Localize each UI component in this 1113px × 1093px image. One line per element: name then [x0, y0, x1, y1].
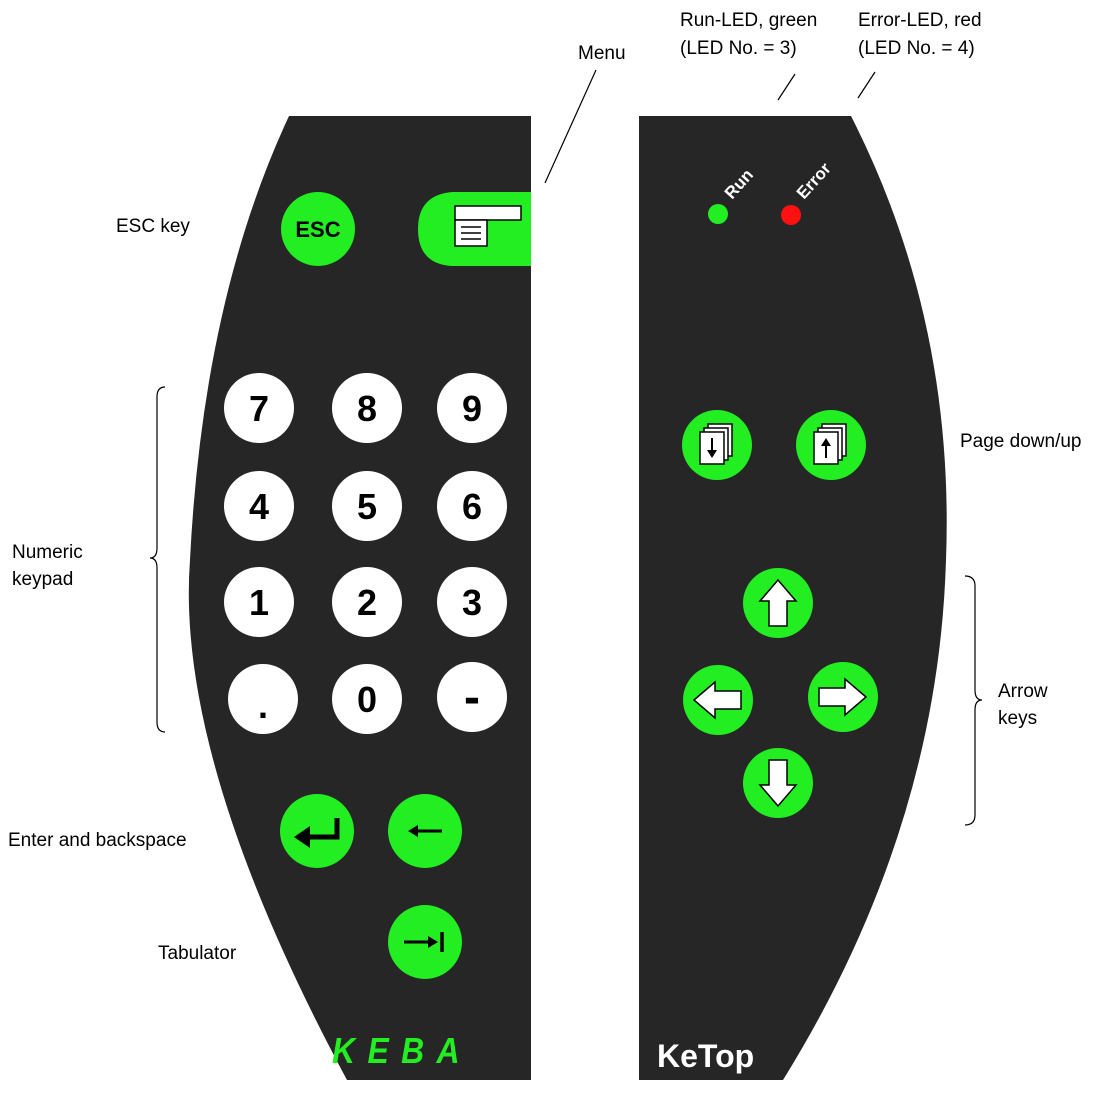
numeric-key-minus[interactable]: - [437, 662, 507, 732]
esc-button-label: ESC [295, 217, 340, 242]
page-up-icon [813, 423, 847, 465]
numeric-key-dot[interactable]: . [228, 664, 298, 734]
numeric-key-minus-label: - [464, 671, 480, 724]
numeric-key-6[interactable]: 6 [437, 471, 507, 541]
keypad-diagram: ESC 7 8 9 4 5 6 1 2 3 . 0 - KEBA Run Err… [149, 69, 983, 1080]
numeric-key-6-label: 6 [462, 486, 482, 527]
page-down-icon [699, 423, 733, 465]
arrow-down-button[interactable] [743, 748, 813, 818]
numeric-key-dot-label: . [258, 685, 268, 726]
numeric-key-9-label: 9 [462, 388, 482, 429]
arrow-up-button[interactable] [743, 568, 813, 638]
error-led [781, 205, 801, 225]
numeric-key-0[interactable]: 0 [332, 664, 402, 734]
numeric-key-4-label: 4 [249, 486, 269, 527]
menu-button[interactable] [418, 192, 531, 266]
ketop-logo: KeTop [657, 1038, 754, 1074]
page-up-button[interactable] [796, 410, 866, 480]
numeric-key-1[interactable]: 1 [224, 567, 294, 637]
menu-leader-line [544, 69, 597, 184]
arrow-left-button[interactable] [683, 665, 753, 735]
error-led-leader-line [857, 71, 876, 99]
page-down-button[interactable] [682, 410, 752, 480]
numeric-key-8[interactable]: 8 [332, 373, 402, 443]
numeric-key-5[interactable]: 5 [332, 471, 402, 541]
numeric-key-2-label: 2 [357, 582, 377, 623]
numeric-key-4[interactable]: 4 [224, 471, 294, 541]
numeric-key-9[interactable]: 9 [437, 373, 507, 443]
numeric-key-2[interactable]: 2 [332, 567, 402, 637]
numeric-key-7-label: 7 [249, 388, 269, 429]
menu-icon [454, 205, 522, 221]
tab-button[interactable] [388, 905, 462, 979]
numeric-key-5-label: 5 [357, 486, 377, 527]
esc-button[interactable]: ESC [281, 192, 355, 266]
numeric-key-0-label: 0 [357, 679, 377, 720]
arrow-keys-brace [964, 575, 983, 826]
numeric-keypad-brace [149, 386, 166, 733]
numeric-key-3-label: 3 [462, 582, 482, 623]
numeric-key-7[interactable]: 7 [224, 373, 294, 443]
numeric-key-3[interactable]: 3 [437, 567, 507, 637]
run-led [708, 204, 728, 224]
numeric-key-1-label: 1 [249, 582, 269, 623]
enter-button[interactable] [280, 794, 354, 868]
keba-logo-text: KEBA [332, 1030, 472, 1071]
arrow-right-button[interactable] [808, 662, 878, 732]
run-led-leader-line [777, 73, 796, 101]
numeric-key-8-label: 8 [357, 388, 377, 429]
backspace-button[interactable] [388, 794, 462, 868]
keba-logo: KEBA [332, 1030, 472, 1071]
